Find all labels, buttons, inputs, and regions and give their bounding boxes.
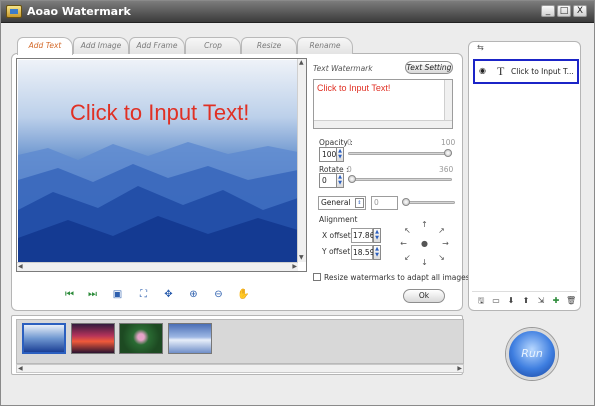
text-input-value[interactable]: Click to Input Text! (317, 83, 390, 93)
tab-rename[interactable]: Rename (297, 37, 353, 54)
thumb-scroll-left-icon[interactable]: ◀ (18, 365, 23, 373)
layer-label: Click to Input T... (511, 67, 574, 76)
thumbnail-3[interactable] (119, 323, 163, 354)
rotate-input[interactable]: 0 (319, 173, 337, 188)
resize-checkbox-label: Resize watermarks to adapt all images. (324, 273, 473, 282)
thumbnail-1[interactable] (22, 323, 66, 354)
align-top-icon[interactable]: ↑ (420, 220, 429, 229)
preview-image[interactable]: Click to Input Text! (18, 60, 298, 263)
tab-crop[interactable]: Crop (185, 37, 241, 54)
save-icon[interactable]: 🖫 (476, 296, 486, 306)
y-offset-label: Y offset: (322, 247, 353, 256)
zoom-out-icon[interactable]: ⊖ (212, 289, 225, 301)
watermark-text[interactable]: Click to Input Text! (70, 100, 249, 126)
resize-checkbox[interactable] (313, 273, 321, 281)
mode-dropdown-icon[interactable]: ⇕ (355, 198, 364, 208)
thumb-scroll-right-icon[interactable]: ▶ (457, 365, 462, 373)
scroll-down-icon[interactable]: ▼ (299, 254, 304, 262)
thumbnail-scrollbar[interactable]: ◀ ▶ (16, 364, 464, 373)
image-preview[interactable]: Click to Input Text! ▲ ▼ ◀ ▶ (16, 58, 307, 272)
x-offset-label: X offset: (322, 231, 354, 240)
mode-number-input[interactable]: 0 (371, 196, 398, 210)
window-title: Aoao Watermark (27, 5, 131, 18)
add-icon[interactable]: ✚ (551, 296, 561, 306)
fullscreen-icon[interactable]: ⛶ (137, 289, 150, 301)
layer-item[interactable]: ◉ T Click to Input T... (473, 59, 579, 84)
hand-icon[interactable]: ✋ (237, 289, 250, 301)
close-button[interactable]: X (573, 5, 587, 17)
text-watermark-header: Text Watermark (313, 64, 373, 73)
scroll-up-icon[interactable]: ▲ (299, 59, 304, 67)
preview-horizontal-scrollbar[interactable]: ◀ ▶ (17, 262, 298, 271)
y-offset-input[interactable]: 18.59 (351, 245, 374, 260)
rotate-min: 0 (347, 165, 352, 174)
rotate-stepper[interactable]: ▲ ▼ (336, 173, 344, 188)
text-input-area[interactable]: Click to Input Text! (313, 79, 453, 129)
align-top-left-icon[interactable]: ↖ (403, 226, 412, 235)
first-icon[interactable]: ⏮ (63, 289, 76, 301)
tab-add-image[interactable]: Add Image (73, 37, 129, 54)
tab-add-frame[interactable]: Add Frame (129, 37, 185, 54)
y-offset-stepper[interactable]: ▲ ▼ (373, 245, 381, 260)
preview-vertical-scrollbar[interactable]: ▲ ▼ (297, 59, 306, 262)
text-input-scrollbar[interactable] (444, 80, 452, 120)
align-top-right-icon[interactable]: ↗ (437, 226, 446, 235)
layers-icon: ⇆ (477, 43, 484, 52)
fit-icon[interactable]: ▣ (111, 289, 124, 301)
thumbnail-4[interactable] (168, 323, 212, 354)
app-logo-icon (6, 5, 22, 18)
eye-icon[interactable]: ◉ (479, 66, 486, 75)
x-offset-stepper[interactable]: ▲ ▼ (373, 228, 381, 243)
text-setting-button[interactable]: Text Setting (405, 61, 453, 74)
rotate-max: 360 (439, 165, 454, 174)
export-icon[interactable]: ⇲ (536, 296, 546, 306)
scroll-left-icon[interactable]: ◀ (18, 263, 23, 271)
opacity-slider[interactable] (348, 152, 452, 155)
mountain-photo (18, 142, 298, 263)
move-icon[interactable]: ✥ (162, 289, 175, 301)
rotate-slider-knob[interactable] (348, 175, 356, 183)
align-left-icon[interactable]: ← (399, 239, 408, 248)
align-bottom-left-icon[interactable]: ↙ (403, 253, 412, 262)
opacity-min: 0 (347, 138, 352, 147)
mode-select-value: General (321, 198, 351, 207)
align-bottom-icon[interactable]: ↓ (420, 258, 429, 267)
x-offset-input[interactable]: 17.86 (351, 228, 374, 243)
thumbnail-2[interactable] (71, 323, 115, 354)
run-button[interactable]: Run (506, 328, 558, 380)
opacity-max: 100 (441, 138, 456, 147)
mode-slider-knob[interactable] (402, 198, 410, 206)
scroll-right-icon[interactable]: ▶ (292, 263, 297, 271)
delete-icon[interactable]: 🗑 (566, 296, 576, 306)
opacity-slider-knob[interactable] (444, 149, 452, 157)
mode-select[interactable]: General ⇕ (318, 196, 366, 210)
opacity-input[interactable]: 100 (319, 147, 337, 162)
zoom-in-icon[interactable]: ⊕ (187, 289, 200, 301)
tab-resize[interactable]: Resize (241, 37, 297, 54)
maximize-button[interactable]: □ (557, 5, 571, 17)
tab-add-text[interactable]: Add Text (17, 37, 73, 55)
title-bar: Aoao Watermark _ □ X (1, 1, 594, 23)
mode-slider[interactable] (403, 201, 455, 204)
align-bottom-right-icon[interactable]: ↘ (437, 253, 446, 262)
move-up-icon[interactable]: ⬆ (521, 296, 531, 306)
open-icon[interactable]: ▭ (491, 296, 501, 306)
text-layer-icon: T (497, 64, 505, 78)
move-down-icon[interactable]: ⬇ (506, 296, 516, 306)
ok-button[interactable]: Ok (403, 289, 445, 303)
opacity-stepper[interactable]: ▲ ▼ (336, 147, 344, 162)
alignment-label: Alignment (319, 215, 358, 224)
minimize-button[interactable]: _ (541, 5, 555, 17)
rotate-slider[interactable] (348, 178, 452, 181)
last-icon[interactable]: ⏭ (86, 289, 99, 301)
app-window: Aoao Watermark _ □ X Add Text Add Image … (0, 0, 595, 406)
text-input-hscrollbar[interactable] (314, 120, 452, 128)
align-right-icon[interactable]: → (441, 239, 450, 248)
align-center-icon[interactable]: ● (420, 239, 429, 248)
